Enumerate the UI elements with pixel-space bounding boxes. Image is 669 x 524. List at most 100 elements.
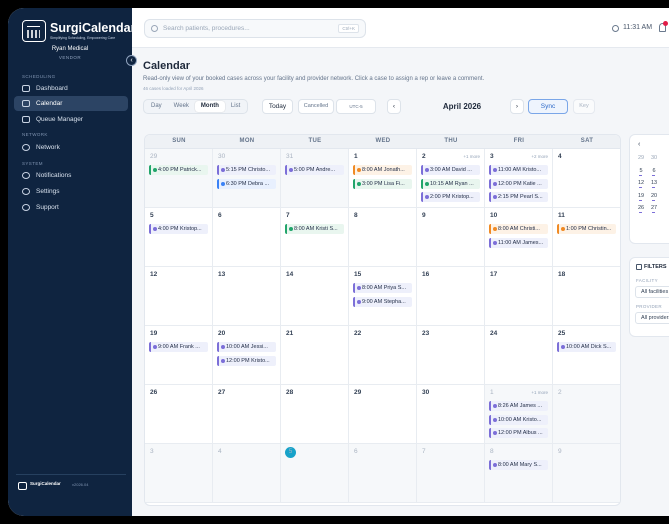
sidebar-item-dashboard[interactable]: Dashboard [14,81,128,96]
sidebar-item-support[interactable]: Support [14,200,128,215]
timezone-select[interactable]: UTC-5 [336,99,376,114]
day-cell[interactable]: 13 [213,267,281,326]
more-events-link[interactable]: +2 more [531,154,548,159]
case-event[interactable]: 2:00 PM Kristop... [421,192,480,202]
mini-calendar-day[interactable]: 6 [648,168,660,176]
day-cell[interactable]: 8 [349,208,417,267]
mini-calendar-day[interactable]: 5 [635,168,647,176]
case-event[interactable]: 11:00 AM Kristo... [489,165,548,175]
case-event[interactable]: 5:00 PM Andre... [285,165,344,175]
day-cell[interactable]: 11 1:00 PM Christin... [553,208,620,267]
case-event[interactable]: 11:00 AM James... [489,237,548,248]
case-event[interactable]: 8:00 AM Jonath... [353,165,412,175]
case-event[interactable]: 10:00 AM Dick S... [557,342,616,352]
day-cell[interactable]: 30 5:15 PM Christo... 6:30 PM Debra ... [213,149,281,208]
case-event[interactable]: 8:00 AM Christi... [489,224,548,234]
day-cell[interactable]: 12 [145,267,213,326]
day-cell[interactable]: 27 [213,385,281,444]
sidebar-item-calendar[interactable]: Calendar [14,96,128,111]
case-event[interactable]: 8:00 AM Mary S... [489,460,548,470]
case-event[interactable]: 10:15 AM Ryan ... [421,178,480,189]
day-cell[interactable]: 4 [213,444,281,503]
case-event[interactable]: 2:15 PM Pearl S... [489,192,548,202]
day-cell[interactable]: 2 [553,385,620,444]
cancelled-toggle[interactable]: Cancelled [298,99,334,114]
search-input[interactable]: Search patients, procedures... Ctrl+K [144,19,366,38]
today-button[interactable]: Today [262,99,293,114]
day-cell[interactable]: 5 4:00 PM Kristop... [145,208,213,267]
case-event[interactable]: 12:00 PM Albus ... [489,428,548,438]
day-cell[interactable]: 7 8:00 AM Kristi S... [281,208,349,267]
day-cell[interactable]: 20 10:00 AM Jessi... 12:00 PM Kristo... [213,326,281,385]
day-cell[interactable]: 2 +1 more 3:00 AM David ... 10:15 AM Ryan .… [417,149,485,208]
view-list-button[interactable]: List [225,101,246,112]
case-event[interactable]: 4:00 PM Patrick... [149,165,208,175]
day-cell[interactable]: 3 [145,444,213,503]
case-event[interactable]: 8:26 AM James ... [489,401,548,411]
view-week-button[interactable]: Week [168,101,195,112]
day-cell[interactable]: 5 [281,444,349,503]
mini-calendar-day[interactable]: 20 [648,193,660,201]
view-day-button[interactable]: Day [145,101,168,112]
day-cell[interactable]: 1 8:00 AM Jonath... 3:00 PM Lisa Fi... [349,149,417,208]
day-cell[interactable]: 18 [553,267,620,326]
key-button[interactable]: Key [573,99,595,114]
case-event[interactable]: 9:00 AM Stepha... [353,296,412,307]
day-cell[interactable]: 7 [417,444,485,503]
next-month-button[interactable]: › [510,99,524,114]
day-cell[interactable]: 30 [417,385,485,444]
day-cell[interactable]: 31 5:00 PM Andre... [281,149,349,208]
sidebar-collapse-button[interactable]: ‹ [126,55,137,66]
day-cell[interactable]: 21 [281,326,349,385]
mini-calendar-day[interactable]: 27 [648,205,660,213]
day-cell[interactable]: 22 [349,326,417,385]
day-cell[interactable]: 6 [349,444,417,503]
case-event[interactable]: 10:00 AM Kristo... [489,414,548,425]
day-cell[interactable]: 17 [485,267,553,326]
more-events-link[interactable]: +1 more [463,154,480,159]
sidebar-item-settings[interactable]: Settings [14,184,128,199]
day-cell[interactable]: 15 8:00 AM Priya S... 9:00 AM Stepha... [349,267,417,326]
sidebar-item-network[interactable]: Network [14,140,128,155]
sidebar-item-queue-manager[interactable]: Queue Manager [14,112,128,127]
day-cell[interactable]: 28 [281,385,349,444]
day-cell[interactable]: 4 [553,149,620,208]
facility-select[interactable]: All facilities [635,286,669,298]
day-cell[interactable]: 29 [349,385,417,444]
day-cell[interactable]: 29 4:00 PM Patrick... [145,149,213,208]
day-cell[interactable]: 16 [417,267,485,326]
mini-calendar-day[interactable]: 26 [635,205,647,213]
day-cell[interactable]: 3 +2 more 11:00 AM Kristo... 12:00 PM Katie… [485,149,553,208]
case-event[interactable]: 9:00 AM Frank ... [149,342,208,352]
case-event[interactable]: 3:00 PM Lisa Fi... [353,178,412,189]
mini-calendar-day[interactable]: 19 [635,193,647,201]
day-cell[interactable]: 24 [485,326,553,385]
case-event[interactable]: 5:15 PM Christo... [217,165,276,175]
case-event[interactable]: 10:00 AM Jessi... [217,342,276,352]
day-cell[interactable]: 23 [417,326,485,385]
day-cell[interactable]: 10 8:00 AM Christi... 11:00 AM James... [485,208,553,267]
day-cell[interactable]: 19 9:00 AM Frank ... [145,326,213,385]
provider-select[interactable]: All providers [635,312,669,324]
day-cell[interactable]: 14 [281,267,349,326]
case-event[interactable]: 6:30 PM Debra ... [217,178,276,189]
mini-calendar-day[interactable]: 30 [648,155,660,161]
prev-month-button[interactable]: ‹ [387,99,401,114]
day-cell[interactable]: 9 [553,444,620,503]
case-event[interactable]: 8:00 AM Priya S... [353,283,412,293]
day-cell[interactable]: 6 [213,208,281,267]
mini-calendar-day[interactable]: 13 [648,180,660,188]
more-events-link[interactable]: +1 more [531,390,548,395]
case-event[interactable]: 12:00 PM Kristo... [217,355,276,366]
sidebar-item-notifications[interactable]: Notifications [14,168,128,183]
case-event[interactable]: 4:00 PM Kristop... [149,224,208,234]
day-cell[interactable]: 1 +1 more 8:26 AM James ... 10:00 AM Kristo… [485,385,553,444]
day-cell[interactable]: 9 [417,208,485,267]
day-cell[interactable]: 26 [145,385,213,444]
mini-calendar-day[interactable]: 29 [635,155,647,161]
day-cell[interactable]: 8 8:00 AM Mary S... [485,444,553,503]
case-event[interactable]: 1:00 PM Christin... [557,224,616,234]
view-month-button[interactable]: Month [194,101,225,112]
sync-button[interactable]: Sync [528,99,568,114]
case-event[interactable]: 8:00 AM Kristi S... [285,224,344,234]
